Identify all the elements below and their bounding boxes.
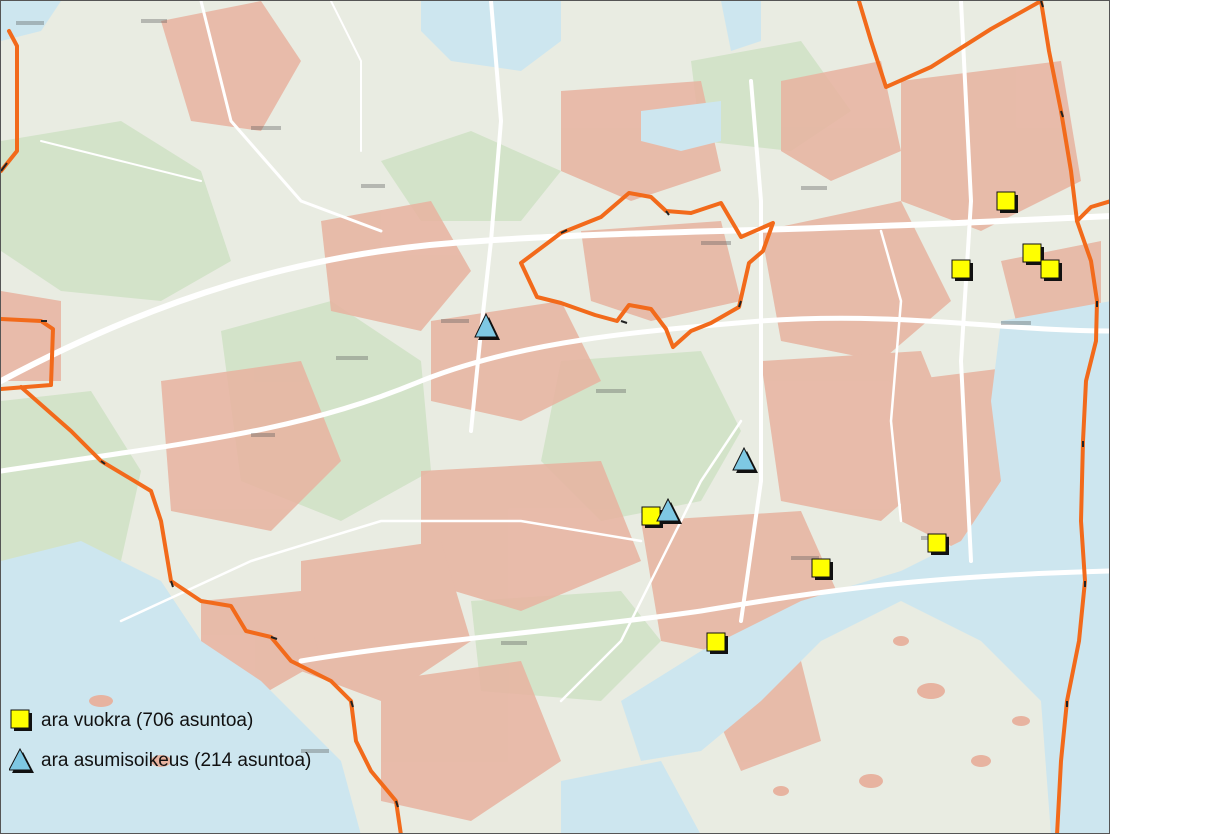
rental-marker[interactable] [1040,259,1062,281]
map-legend: ara vuokra (706 asuntoa) ara asumisoikeu… [9,701,311,781]
rental-marker[interactable] [927,533,949,555]
legend-label-rental: ara vuokra (706 asuntoa) [41,710,254,731]
blue-triangle-icon [9,748,34,773]
legend-label-right-of-occupancy: ara asumisoikeus (214 asuntoa) [41,750,312,771]
legend-item-rental: ara vuokra (706 asuntoa) [9,701,311,741]
rental-marker[interactable] [811,558,833,580]
legend-item-right-of-occupancy: ara asumisoikeus (214 asuntoa) [9,741,311,781]
rental-marker[interactable] [996,191,1018,213]
yellow-square-icon [10,709,32,731]
rental-marker[interactable] [951,259,973,281]
rental-marker[interactable] [706,632,728,654]
map-frame[interactable]: ara vuokra (706 asuntoa) ara asumisoikeu… [0,0,1110,834]
